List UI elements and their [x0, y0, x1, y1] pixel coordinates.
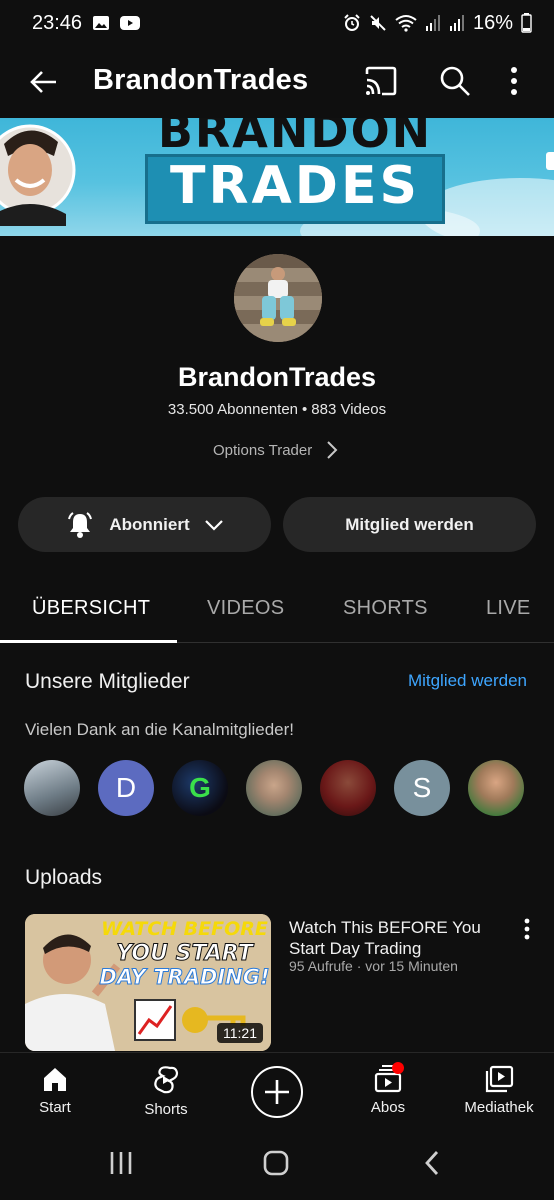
thumb-line-3: DAY TRADING!	[99, 965, 270, 990]
nav-home-label: Start	[39, 1099, 71, 1116]
member-avatar[interactable]: S	[394, 760, 450, 816]
member-avatar[interactable]	[24, 760, 80, 816]
thumb-line-1: WATCH BEFORE	[101, 918, 268, 940]
banner-portrait	[0, 124, 76, 226]
subscribed-label: Abonniert	[109, 514, 190, 534]
recent-apps-icon[interactable]	[108, 1150, 134, 1176]
cast-icon[interactable]	[364, 66, 398, 96]
member-avatar[interactable]	[246, 760, 302, 816]
tab-live[interactable]: LIVE	[486, 597, 531, 620]
gallery-icon	[93, 16, 110, 30]
channel-banner: BRANDON TRADES	[0, 118, 554, 236]
video-thumbnail[interactable]: WATCH BEFORE YOU START DAY TRADING! 11:2…	[25, 914, 271, 1051]
member-avatar[interactable]: G	[172, 760, 228, 816]
banner-line-2: TRADES	[170, 156, 420, 216]
video-meta: 95 Aufrufe · vor 15 Minuten	[289, 958, 458, 974]
nav-subscriptions-label: Abos	[370, 1099, 406, 1116]
nav-shorts-label: Shorts	[144, 1101, 188, 1118]
nav-subscriptions[interactable]: Abos	[333, 1065, 443, 1116]
members-title: Unsere Mitglieder	[25, 670, 190, 693]
video-count: 883 Videos	[311, 401, 387, 418]
active-tab-indicator	[0, 640, 177, 643]
wifi-icon	[395, 15, 417, 32]
status-bar: 23:46 16%	[0, 0, 554, 46]
join-button[interactable]: Mitglied werden	[283, 497, 536, 552]
thumb-line-2: YOU START	[116, 941, 254, 967]
subscribed-button[interactable]: Abonniert	[18, 497, 271, 552]
page-title: BrandonTrades	[93, 64, 309, 96]
video-duration: 11:21	[217, 1023, 263, 1043]
members-list: D G S	[24, 760, 524, 816]
chevron-right-icon	[327, 441, 338, 459]
notification-dot	[392, 1062, 404, 1074]
channel-stats: 33.500 Abonnenten • 883 Videos	[167, 401, 387, 418]
channel-tabs: ÜBERSICHT VIDEOS SHORTS LIVE	[0, 580, 554, 643]
channel-name: BrandonTrades	[177, 362, 377, 392]
members-subtitle: Vielen Dank an die Kanalmitglieder!	[25, 720, 295, 739]
back-button-icon[interactable]	[423, 1150, 441, 1176]
battery-level: 16%	[472, 11, 513, 34]
shorts-icon	[154, 1066, 179, 1094]
library-icon	[485, 1065, 514, 1093]
youtube-icon	[120, 16, 141, 30]
subscriber-count: 33.500 Abonnenten	[167, 401, 299, 418]
status-time: 23:46	[32, 11, 83, 34]
member-avatar[interactable]: D	[98, 760, 154, 816]
uploads-title: Uploads	[25, 866, 103, 889]
nav-library-label: Mediathek	[464, 1099, 534, 1116]
member-avatar[interactable]	[320, 760, 376, 816]
nav-shorts[interactable]: Shorts	[111, 1065, 221, 1118]
bottom-nav: Start Shorts Abos Mediathek	[0, 1052, 554, 1132]
video-title[interactable]: Watch This BEFORE You Start Day Trading	[289, 917, 501, 959]
signal-icon	[425, 15, 440, 31]
search-icon[interactable]	[439, 65, 471, 97]
video-views: 95 Aufrufe	[289, 958, 353, 974]
mute-icon	[370, 15, 386, 31]
tab-overview[interactable]: ÜBERSICHT	[32, 597, 150, 620]
member-avatar[interactable]	[468, 760, 524, 816]
video-more-icon[interactable]	[524, 918, 530, 940]
signal-icon	[449, 15, 464, 31]
channel-description-text: Options Trader	[213, 441, 313, 459]
alarm-icon	[344, 14, 360, 31]
app-bar: BrandonTrades	[0, 50, 554, 114]
bell-icon	[68, 511, 93, 538]
home-button-icon[interactable]	[263, 1150, 289, 1176]
home-icon	[44, 1068, 66, 1091]
chevron-down-icon	[204, 519, 223, 531]
tab-videos[interactable]: VIDEOS	[207, 597, 284, 620]
tab-shorts[interactable]: SHORTS	[343, 597, 428, 620]
channel-avatar[interactable]	[234, 254, 322, 342]
battery-icon	[521, 13, 532, 33]
create-icon	[265, 1080, 289, 1104]
channel-description[interactable]: Options Trader	[213, 440, 338, 460]
video-age: vor 15 Minuten	[365, 958, 458, 974]
nav-library[interactable]: Mediathek	[444, 1065, 554, 1116]
banner-line-1: BRANDON	[157, 118, 433, 158]
create-button[interactable]	[251, 1066, 303, 1118]
more-vert-icon[interactable]	[510, 66, 518, 96]
back-arrow-icon[interactable]	[28, 66, 60, 98]
join-link[interactable]: Mitglied werden	[408, 671, 527, 691]
system-nav-bar	[0, 1132, 554, 1200]
nav-home[interactable]: Start	[0, 1065, 110, 1116]
